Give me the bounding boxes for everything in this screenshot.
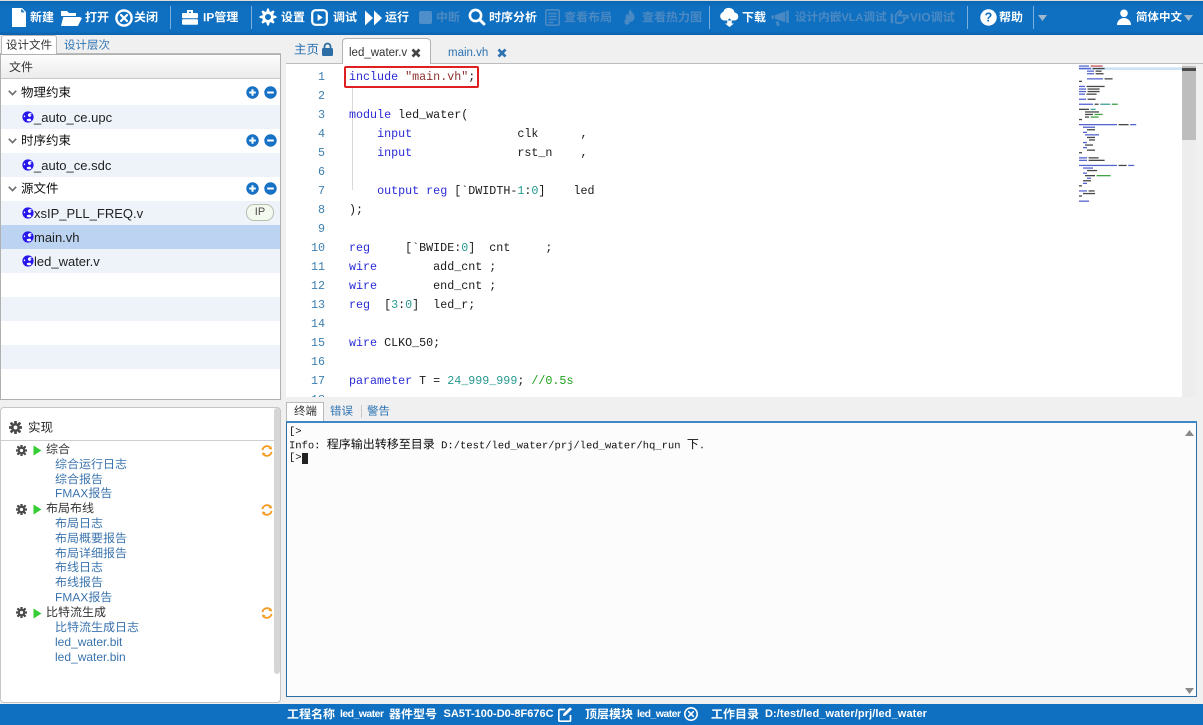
- svg-text:?: ?: [985, 11, 993, 25]
